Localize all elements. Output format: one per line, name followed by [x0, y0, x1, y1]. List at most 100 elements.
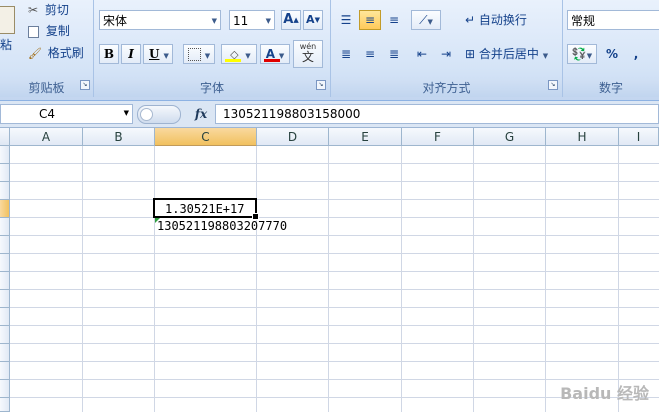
copy-icon: [28, 25, 39, 38]
wrap-text-icon: ↵: [465, 13, 476, 27]
gridline: [10, 289, 659, 290]
fx-icon: fx: [194, 107, 208, 121]
gridline: [10, 343, 659, 344]
formula-bar-splitter[interactable]: [137, 105, 181, 124]
column-header-d[interactable]: D: [257, 128, 329, 146]
row-header[interactable]: [0, 218, 10, 236]
gridline: [473, 146, 474, 412]
chevron-down-icon: ▼: [211, 17, 217, 25]
paste-button[interactable]: 粘贴: [0, 6, 16, 52]
insert-function-button[interactable]: fx: [189, 104, 213, 124]
merge-center-button[interactable]: ⊞ 合并后居中 ▼: [465, 45, 562, 63]
cell-c5[interactable]: 130521198803207770: [155, 218, 287, 235]
orientation-button[interactable]: ⟋▼: [411, 10, 441, 30]
row-header[interactable]: [0, 398, 10, 412]
align-center-button[interactable]: ≡: [359, 44, 381, 64]
accounting-format-button[interactable]: 💱▼: [567, 44, 597, 64]
wrap-text-button[interactable]: ↵ 自动换行: [465, 11, 560, 29]
alignment-group: ☰ ≡ ≡ ⟋▼ ↵ 自动换行 ≣ ≡ ≣ ⇤ ⇥ ⊞ 合并后居中 ▼ 对齐方式…: [331, 0, 563, 97]
font-color-button[interactable]: A ▼: [260, 44, 290, 64]
column-header-h[interactable]: H: [546, 128, 619, 146]
font-size-select[interactable]: 11 ▼: [229, 10, 275, 30]
row-header[interactable]: [0, 200, 10, 218]
font-launcher-icon[interactable]: ↘: [316, 80, 326, 90]
align-left-icon: ≣: [340, 47, 352, 61]
format-painter-button[interactable]: 🖌 格式刷: [28, 44, 90, 62]
number-group: 常规 💱▼ % , 数字: [563, 0, 659, 97]
italic-icon: I: [128, 47, 134, 61]
number-format-select[interactable]: 常规: [567, 10, 659, 30]
row-header[interactable]: [0, 380, 10, 398]
font-name-select[interactable]: 宋体 ▼: [99, 10, 221, 30]
copy-button[interactable]: 复制: [28, 22, 88, 40]
align-bottom-icon: ≡: [388, 13, 400, 27]
row-header[interactable]: [0, 254, 10, 272]
row-header[interactable]: [0, 290, 10, 308]
row-header[interactable]: [0, 182, 10, 200]
percent-style-button[interactable]: %: [601, 44, 623, 64]
name-box[interactable]: C4 ▼: [0, 104, 133, 124]
paste-icon: [0, 6, 15, 34]
scissors-icon: ✂: [28, 3, 39, 17]
row-header[interactable]: [0, 272, 10, 290]
font-color-bar: [264, 59, 280, 62]
column-header-g[interactable]: G: [474, 128, 546, 146]
decrease-indent-button[interactable]: ⇤: [411, 44, 433, 64]
alignment-launcher-icon[interactable]: ↘: [548, 80, 558, 90]
row-header[interactable]: [0, 344, 10, 362]
chevron-down-icon: ▼: [542, 52, 549, 60]
borders-button[interactable]: ▼: [183, 44, 215, 64]
row-header[interactable]: [0, 308, 10, 326]
row-header[interactable]: [0, 146, 10, 164]
align-bottom-button[interactable]: ≡: [383, 10, 405, 30]
column-header-b[interactable]: B: [83, 128, 155, 146]
column-header-f[interactable]: F: [402, 128, 474, 146]
cut-button[interactable]: ✂ 剪切: [28, 1, 88, 19]
gridline: [256, 146, 257, 412]
paste-label: 粘贴: [0, 38, 13, 52]
clipboard-launcher-icon[interactable]: ↘: [80, 80, 90, 90]
bold-button[interactable]: B: [99, 44, 119, 64]
fill-color-bar: [225, 59, 241, 62]
align-center-icon: ≡: [364, 47, 376, 61]
comma-style-button[interactable]: ,: [625, 44, 647, 64]
underline-button[interactable]: U ▼: [143, 44, 173, 64]
row-header[interactable]: [0, 164, 10, 182]
gridline: [328, 146, 329, 412]
select-all-button[interactable]: [0, 128, 10, 146]
increase-indent-button[interactable]: ⇥: [435, 44, 457, 64]
row-header[interactable]: [0, 362, 10, 380]
formula-input[interactable]: 130521198803158000: [215, 104, 659, 124]
align-middle-button[interactable]: ≡: [359, 10, 381, 30]
gridline: [401, 146, 402, 412]
gridline: [154, 146, 155, 412]
column-header-a[interactable]: A: [10, 128, 83, 146]
shrink-font-button[interactable]: A▼: [303, 10, 323, 30]
circle-icon: [140, 108, 153, 121]
active-cell-c4[interactable]: 1.30521E+17: [153, 198, 259, 220]
worksheet-grid[interactable]: A B C D E F G H I 1.30521E+17 1305211988…: [0, 128, 659, 412]
cut-label: 剪切: [44, 3, 69, 17]
align-left-button[interactable]: ≣: [335, 44, 357, 64]
column-header-c[interactable]: C: [155, 128, 257, 146]
align-top-button[interactable]: ☰: [335, 10, 357, 30]
align-right-button[interactable]: ≣: [383, 44, 405, 64]
row-header[interactable]: [0, 236, 10, 254]
column-header-i[interactable]: I: [619, 128, 659, 146]
phonetic-guide-button[interactable]: wén 文: [293, 40, 323, 68]
font-name-value: 宋体: [103, 14, 128, 28]
gridline: [10, 199, 659, 200]
paintbrush-icon: 🖌: [28, 47, 42, 60]
phonetic-bottom: 文: [301, 50, 314, 64]
gridline: [618, 146, 619, 412]
italic-button[interactable]: I: [121, 44, 141, 64]
gridline: [10, 271, 659, 272]
fill-color-button[interactable]: ◇ ▼: [221, 44, 257, 64]
borders-icon: [187, 48, 201, 61]
watermark-logo: Baidu 经验: [560, 384, 649, 403]
grow-font-button[interactable]: A▲: [281, 10, 301, 30]
gridline: [10, 253, 659, 254]
chevron-down-icon: ▼: [245, 52, 251, 60]
row-header[interactable]: [0, 326, 10, 344]
column-header-e[interactable]: E: [329, 128, 402, 146]
